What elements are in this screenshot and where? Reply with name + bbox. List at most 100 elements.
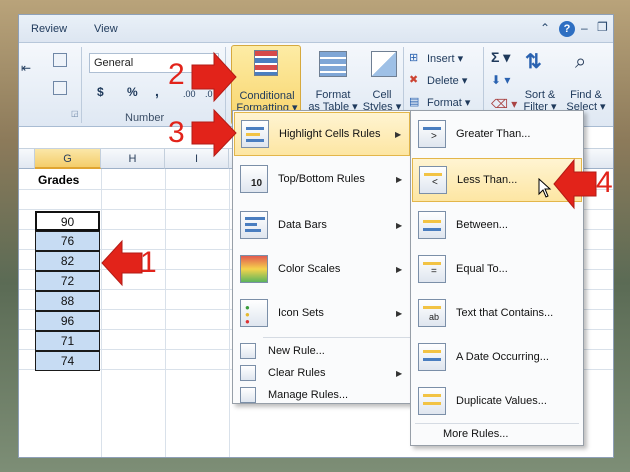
- greater-than-icon: >: [418, 120, 446, 148]
- menu-item-label: Clear Rules: [268, 367, 326, 379]
- submenu-item-text-contains[interactable]: ab Text that Contains...: [412, 291, 582, 335]
- icon-sets-icon: ● ● ●: [240, 299, 268, 327]
- data-bars-icon: [240, 211, 268, 239]
- highlight-cells-rules-icon: [241, 120, 269, 148]
- annotation-arrow-2: [191, 51, 237, 103]
- format-as-table-label-1: Format: [315, 89, 351, 101]
- menu-item-icon-sets[interactable]: ● ● ● Icon Sets ▶: [234, 291, 410, 335]
- currency-button[interactable]: $: [97, 85, 104, 99]
- submenu-item-label: Equal To...: [456, 263, 508, 275]
- new-rule-icon: [240, 343, 256, 359]
- column-header-h[interactable]: H: [101, 149, 165, 169]
- grade-cell[interactable]: 90: [35, 211, 100, 231]
- submenu-item-label: A Date Occurring...: [456, 351, 549, 363]
- equal-to-icon: =: [418, 255, 446, 283]
- menu-item-label: Manage Rules...: [268, 389, 349, 401]
- alignment-launcher-icon[interactable]: ◲: [71, 109, 79, 118]
- conditional-formatting-menu: Highlight Cells Rules ▶ 10 Top/Bottom Rul…: [232, 110, 412, 404]
- menu-item-label: Data Bars: [278, 219, 327, 231]
- between-icon: [418, 211, 446, 239]
- menu-item-top-bottom-rules[interactable]: 10 Top/Bottom Rules ▶: [234, 157, 410, 201]
- text-contains-icon: ab: [418, 299, 446, 327]
- menu-item-label: Icon Sets: [278, 307, 324, 319]
- format-icon: ▤: [409, 96, 420, 108]
- menu-item-label: Highlight Cells Rules: [279, 128, 381, 140]
- more-rules-item[interactable]: More Rules...: [443, 428, 508, 440]
- autosum-icon[interactable]: Σ ▾: [491, 49, 510, 66]
- grade-cell[interactable]: 72: [35, 271, 100, 291]
- conditional-formatting-icon: [254, 50, 278, 76]
- grade-cell[interactable]: 82: [35, 251, 100, 271]
- grade-cell[interactable]: 76: [35, 231, 100, 251]
- mouse-cursor-icon: [538, 178, 552, 198]
- grade-cell[interactable]: 96: [35, 311, 100, 331]
- minimize-icon[interactable]: –: [581, 21, 588, 35]
- menu-item-label: Color Scales: [278, 263, 341, 275]
- find-select-label-1: Find &: [570, 89, 602, 101]
- cell-styles-label-1: Cell: [372, 89, 392, 101]
- submenu-item-label: Between...: [456, 219, 508, 231]
- date-occurring-icon: [418, 343, 446, 371]
- table-icon: [319, 51, 347, 77]
- restore-icon[interactable]: ❐: [597, 20, 608, 34]
- text-contains-icon-text: ab: [429, 312, 440, 322]
- insert-button[interactable]: Insert ▾: [427, 53, 463, 65]
- menu-separator: [415, 423, 579, 424]
- submenu-arrow-icon: ▶: [396, 368, 403, 378]
- delete-icon: ✖: [409, 74, 419, 86]
- top-bottom-rules-icon: 10: [240, 165, 268, 193]
- grades-header-cell[interactable]: Grades: [35, 171, 100, 189]
- menu-item-manage-rules[interactable]: Manage Rules...: [234, 384, 410, 406]
- percent-button[interactable]: %: [127, 85, 138, 99]
- submenu-item-date-occurring[interactable]: A Date Occurring...: [412, 335, 582, 379]
- menu-separator: [263, 337, 411, 338]
- submenu-item-duplicate-values[interactable]: Duplicate Values...: [412, 379, 582, 423]
- insert-icon: ⊞: [409, 52, 419, 64]
- annotation-number-4: 4: [596, 166, 613, 199]
- sort-filter-label-1: Sort &: [524, 89, 556, 101]
- number-group-label: Number: [125, 112, 165, 124]
- submenu-item-equal-to[interactable]: = Equal To...: [412, 247, 582, 291]
- cell-styles-icon: [371, 51, 397, 77]
- wrap-text-icon[interactable]: [53, 53, 67, 67]
- tab-review[interactable]: Review: [31, 23, 67, 35]
- delete-button[interactable]: Delete ▾: [427, 75, 467, 87]
- merge-icon[interactable]: [53, 81, 67, 95]
- binoculars-icon: ⌕: [575, 51, 587, 73]
- less-than-icon: <: [419, 166, 447, 194]
- minimize-ribbon-icon[interactable]: ⌃: [540, 21, 550, 35]
- submenu-arrow-icon: ▶: [396, 264, 403, 274]
- menu-item-clear-rules[interactable]: Clear Rules ▶: [234, 362, 410, 384]
- tab-view[interactable]: View: [94, 23, 118, 35]
- indent-icon[interactable]: ⇤: [21, 61, 31, 75]
- help-icon[interactable]: ?: [559, 21, 575, 37]
- grid-line: [165, 169, 166, 457]
- column-header-g[interactable]: G: [35, 149, 101, 169]
- color-scales-icon: [240, 255, 268, 283]
- submenu-arrow-icon: ▶: [396, 174, 403, 184]
- grade-cell[interactable]: 71: [35, 331, 100, 351]
- annotation-number-2: 2: [168, 58, 185, 91]
- submenu-item-greater-than[interactable]: > Greater Than...: [412, 112, 582, 156]
- row-header-corner: [19, 149, 35, 169]
- menu-item-highlight-cells-rules[interactable]: Highlight Cells Rules ▶: [234, 112, 410, 156]
- fill-icon[interactable]: ⬇ ▾: [491, 73, 510, 87]
- grid-line: [229, 169, 230, 457]
- submenu-arrow-icon: ▶: [395, 129, 402, 139]
- grade-cell[interactable]: 88: [35, 291, 100, 311]
- annotation-number-3: 3: [168, 116, 185, 149]
- submenu-item-label: Duplicate Values...: [456, 395, 547, 407]
- menu-item-label: Top/Bottom Rules: [278, 173, 365, 185]
- ribbon-tab-bar: Review View ⌃ ? – ❐: [19, 15, 613, 43]
- submenu-arrow-icon: ▶: [396, 308, 403, 318]
- format-button[interactable]: Format ▾: [427, 97, 470, 109]
- annotation-arrow-1: [101, 239, 143, 287]
- menu-item-data-bars[interactable]: Data Bars ▶: [234, 203, 410, 247]
- menu-item-new-rule[interactable]: New Rule...: [234, 340, 410, 362]
- menu-item-color-scales[interactable]: Color Scales ▶: [234, 247, 410, 291]
- grade-cell[interactable]: 74: [35, 351, 100, 371]
- comma-button[interactable]: ,: [155, 83, 159, 99]
- clear-icon[interactable]: ⌫ ▾: [491, 97, 517, 111]
- submenu-item-label: Greater Than...: [456, 128, 531, 140]
- manage-rules-icon: [240, 387, 256, 403]
